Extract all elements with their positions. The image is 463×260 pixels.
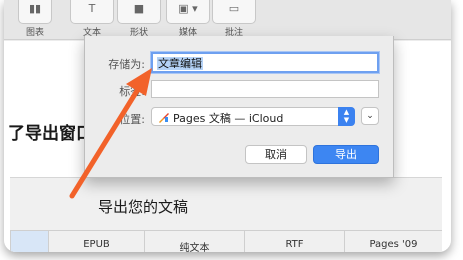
save-as-input[interactable]: 文章编辑	[151, 52, 379, 73]
tab-pages09[interactable]: Pages '09	[344, 231, 442, 252]
tab-pdf[interactable]	[10, 231, 48, 252]
chart-button[interactable]: ▮▮	[18, 0, 52, 24]
text-button[interactable]: T	[70, 0, 114, 24]
chevron-updown-icon: ▲ ▼	[338, 107, 355, 126]
media-icon: ▣ ▾	[178, 2, 198, 15]
save-as-value: 文章编辑	[157, 57, 203, 70]
tab-rtf[interactable]: RTF	[244, 231, 344, 252]
media-button[interactable]: ▣ ▾	[166, 0, 210, 24]
comment-button[interactable]: ▭	[212, 0, 256, 24]
export-panel-title: 导出您的文稿	[98, 198, 189, 216]
comment-icon: ▭	[228, 2, 240, 15]
tags-label: 标签:	[119, 85, 145, 98]
tags-input[interactable]	[151, 80, 379, 98]
where-value: Pages 文稿 — iCloud	[173, 112, 284, 125]
shape-icon: ■	[133, 2, 145, 15]
where-popup[interactable]: Pages 文稿 — iCloud ▲ ▼	[151, 107, 355, 126]
expand-dialog-button[interactable]: ⌄	[361, 107, 379, 125]
document-heading: 了导出窗口	[8, 124, 93, 144]
cancel-button[interactable]: 取消	[245, 145, 307, 164]
save-dialog: 存储为: 文章编辑 标签: 位置: Pages 文稿 — iCloud ▲ ▼ ⌄…	[84, 36, 394, 178]
text-icon: T	[88, 2, 96, 15]
tab-plain-text[interactable]: 纯文本	[144, 231, 244, 252]
chart-icon: ▮▮	[28, 2, 42, 15]
shape-button[interactable]: ■	[117, 0, 161, 24]
toolbar-label-chart: 图表	[25, 28, 44, 38]
export-panel: 导出您的文稿 EPUB 纯文本 RTF Pages '09	[10, 177, 442, 252]
chevron-down-icon: ⌄	[366, 111, 374, 121]
tab-epub[interactable]: EPUB	[48, 231, 144, 252]
toolbar: ▮▮ 图表 T 文本 ■ 形状 ▣ ▾ 媒体 ▭ 批注	[4, 0, 451, 40]
export-button[interactable]: 导出	[313, 145, 379, 164]
where-label: 位置:	[119, 113, 145, 126]
save-as-label: 存储为:	[108, 58, 145, 71]
app-window: ▮▮ 图表 T 文本 ■ 形状 ▣ ▾ 媒体 ▭ 批注 了导出窗口 导出您的文稿…	[4, 0, 451, 252]
pages-icon	[159, 113, 169, 123]
export-format-tabs: EPUB 纯文本 RTF Pages '09	[10, 230, 442, 252]
